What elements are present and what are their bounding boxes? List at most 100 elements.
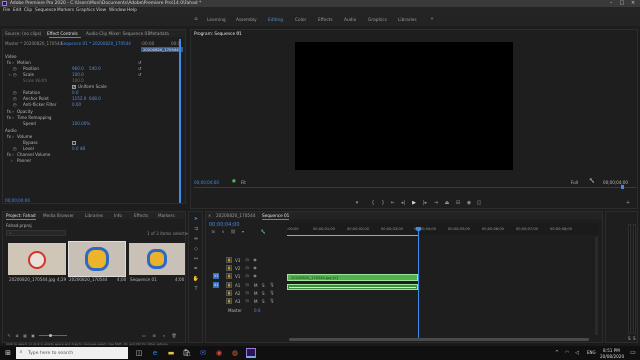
task-view-icon[interactable]: ◫: [134, 348, 144, 358]
opacity-label[interactable]: Opacity: [17, 109, 33, 114]
a2-lock-button[interactable]: 🔒: [226, 290, 232, 296]
menu-markers[interactable]: Markers: [57, 8, 74, 13]
a1-sync-lock-icon[interactable]: ⊡: [244, 282, 250, 287]
extract-icon[interactable]: ⊟: [454, 201, 462, 206]
anchor-y-value[interactable]: 648.0: [89, 96, 101, 101]
a1-source-patch[interactable]: A1: [213, 282, 219, 288]
panner-expand-icon[interactable]: ›: [11, 158, 13, 163]
v2-sync-lock-icon[interactable]: ⊡: [244, 265, 250, 270]
wifi-icon[interactable]: ◠: [562, 348, 572, 358]
project-item-thumb-1[interactable]: [8, 243, 66, 275]
level-value[interactable]: 0.0 dB: [72, 146, 85, 151]
fx-motion-label[interactable]: fx ›: [7, 60, 14, 65]
ripple-edit-tool-icon[interactable]: ⇹: [192, 237, 200, 242]
volume-label[interactable]: Volume: [17, 134, 32, 139]
a1-mute-button[interactable]: M: [254, 283, 258, 288]
clock-date[interactable]: 20/08/2020: [600, 354, 624, 359]
speed-value[interactable]: 100.00%: [72, 121, 90, 126]
workspace-assembly[interactable]: Assembly: [236, 18, 257, 23]
step-forward-icon[interactable]: |▸: [421, 201, 429, 206]
antiflicker-value[interactable]: 0.00: [72, 102, 81, 107]
uniform-scale-checkbox[interactable]: ✓: [72, 84, 76, 89]
program-timecode[interactable]: 00;00;04;00: [194, 180, 219, 185]
clock-time[interactable]: 8:51 PM: [603, 348, 620, 353]
mark-out-icon[interactable]: }: [379, 201, 387, 206]
a2-mic-icon[interactable]: 🎙: [269, 290, 275, 295]
tray-chevron-icon[interactable]: ^: [552, 348, 562, 358]
mail-icon[interactable]: ✉: [198, 348, 208, 358]
workspace-graphics[interactable]: Graphics: [368, 18, 387, 23]
motion-label[interactable]: Motion: [17, 60, 31, 65]
panner-label[interactable]: Panner: [17, 158, 31, 163]
more-workspaces-icon[interactable]: »: [428, 17, 436, 22]
time-remapping-label[interactable]: Time Remapping: [17, 115, 52, 120]
anchor-stopwatch-icon[interactable]: ◷: [13, 96, 17, 101]
menu-sequence[interactable]: Sequence: [35, 8, 56, 13]
chrome-icon[interactable]: ◉: [214, 348, 224, 358]
reset-motion-icon[interactable]: ↺: [138, 60, 141, 65]
timeline-scroll-thumb[interactable]: [289, 338, 589, 341]
meter-solo-left[interactable]: S: [628, 336, 631, 341]
icon-view-icon[interactable]: ▦: [22, 333, 28, 338]
audio-clip-a1[interactable]: [287, 284, 418, 290]
slip-tool-icon[interactable]: ↔: [192, 257, 200, 262]
menu-file[interactable]: File: [3, 8, 10, 13]
scale-stopwatch-icon[interactable]: ◷: [13, 72, 17, 77]
pen-tool-icon[interactable]: ✒: [192, 267, 200, 272]
tab-info[interactable]: Info: [114, 213, 122, 218]
track-select-tool-icon[interactable]: ⇉: [192, 227, 200, 232]
close-button[interactable]: ×: [628, 0, 638, 7]
channel-volume-label[interactable]: Channel Volume: [17, 152, 50, 157]
store-icon[interactable]: 🛍: [182, 348, 192, 358]
rotation-value[interactable]: 0.0: [72, 90, 79, 95]
work-area-bar[interactable]: [287, 235, 418, 236]
tab-metadata[interactable]: Metadata: [149, 31, 169, 36]
linked-selection-icon[interactable]: ⛓: [230, 229, 236, 234]
a1-lock-button[interactable]: 🔒: [226, 282, 232, 288]
find-icon[interactable]: ⌕: [161, 333, 167, 338]
volume-icon[interactable]: ◁: [572, 348, 582, 358]
clear-icon[interactable]: 🗑: [171, 333, 177, 338]
edge-icon[interactable]: e: [150, 348, 160, 358]
add-marker-icon[interactable]: ▾: [353, 201, 361, 206]
program-video-frame[interactable]: [295, 42, 513, 170]
minimize-button[interactable]: –: [606, 0, 616, 7]
a2-sync-lock-icon[interactable]: ⊡: [244, 290, 250, 295]
a1-mic-icon[interactable]: 🎙: [269, 282, 275, 287]
scale-value[interactable]: 100.0: [72, 72, 84, 77]
master-track-value[interactable]: 0.0: [254, 308, 261, 313]
project-item-thumb-3[interactable]: [129, 243, 185, 275]
tab-project[interactable]: Project: Fahad: [6, 213, 36, 218]
rotation-stopwatch-icon[interactable]: ◷: [13, 90, 17, 95]
a1-solo-button[interactable]: S: [262, 283, 265, 288]
ec-timecode[interactable]: 00;00;00;00: [5, 198, 30, 203]
a3-label[interactable]: A3: [235, 299, 240, 304]
video-clip-v1[interactable]: 20200820_170544.jpg [V]: [287, 274, 418, 281]
tab-timeline-sequence[interactable]: Sequence 01: [262, 213, 289, 218]
scale-expand-icon[interactable]: ›: [9, 72, 11, 77]
v2-lock-button[interactable]: 🔒: [226, 265, 232, 271]
tab-timeline-clip[interactable]: 20200820_170544: [216, 213, 255, 218]
close-tab-icon[interactable]: ×: [207, 213, 212, 218]
a2-solo-button[interactable]: S: [262, 291, 265, 296]
workspace-learning[interactable]: Learning: [207, 18, 226, 23]
new-item-icon[interactable]: ⊞: [151, 333, 157, 338]
tab-media-browser[interactable]: Media Browser: [43, 213, 74, 218]
workspace-effects[interactable]: Effects: [318, 18, 333, 23]
zoom-slider-handle[interactable]: [49, 333, 52, 337]
quality-dropdown[interactable]: Full: [571, 180, 578, 185]
add-marker-timeline-icon[interactable]: ▾: [240, 229, 246, 234]
bypass-checkbox[interactable]: [72, 140, 76, 145]
menu-view[interactable]: View: [96, 8, 106, 13]
notifications-icon[interactable]: ▭: [628, 348, 638, 358]
tab-source[interactable]: Source: (no clips): [5, 31, 41, 36]
v2-label[interactable]: V2: [235, 266, 240, 271]
workspace-color[interactable]: Color: [295, 18, 306, 23]
timeline-horizontal-scrollbar[interactable]: [289, 338, 589, 341]
v3-label[interactable]: V3: [235, 258, 240, 263]
nest-toggle-icon[interactable]: ⊞: [210, 229, 216, 234]
program-scrub-bar[interactable]: [194, 187, 636, 188]
workspace-libraries[interactable]: Libraries: [398, 18, 417, 23]
razor-tool-icon[interactable]: ◇: [192, 247, 200, 252]
fx-channel-volume-label[interactable]: fx ›: [7, 152, 14, 157]
